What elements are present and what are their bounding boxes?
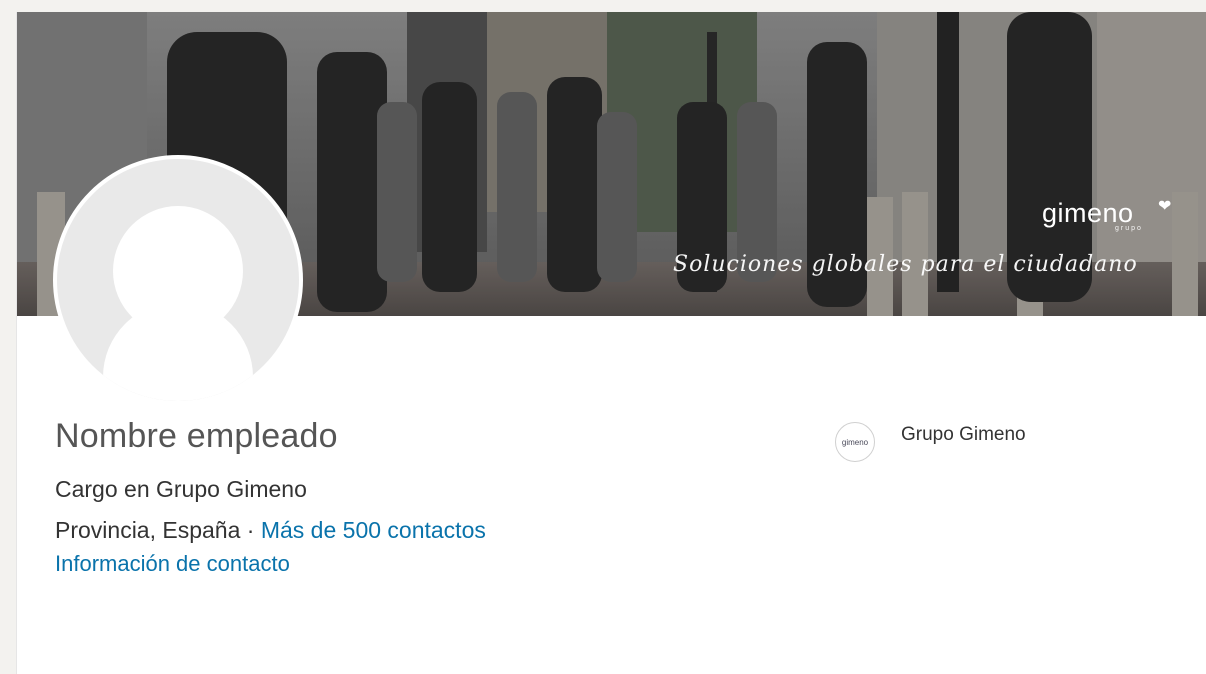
separator-dot: · — [246, 517, 255, 543]
profile-card: gimeno ❤ grupo Soluciones globales para … — [16, 12, 1206, 674]
company-name: Grupo Gimeno — [901, 424, 1026, 445]
profile-headline: Cargo en Grupo Gimeno — [55, 476, 307, 502]
banner-tagline: Soluciones globales para el ciudadano — [673, 252, 1138, 277]
current-company[interactable]: gimeno Grupo Gimeno — [835, 422, 1026, 462]
profile-avatar[interactable] — [53, 155, 303, 405]
profile-location: Provincia, España — [55, 517, 241, 543]
company-logo-text: gimeno — [841, 437, 869, 447]
contacts-count-link[interactable]: Más de 500 contactos — [261, 517, 486, 543]
location-line: Provincia, España · Más de 500 contactos — [55, 517, 486, 544]
company-logo: gimeno — [835, 422, 875, 462]
contact-info-link[interactable]: Información de contacto — [55, 551, 290, 577]
brand-mark-icon: ❤ — [1158, 198, 1172, 215]
profile-name: Nombre empleado — [55, 417, 338, 455]
brand-subtitle: grupo — [1115, 225, 1143, 232]
avatar-body-icon — [103, 302, 253, 401]
